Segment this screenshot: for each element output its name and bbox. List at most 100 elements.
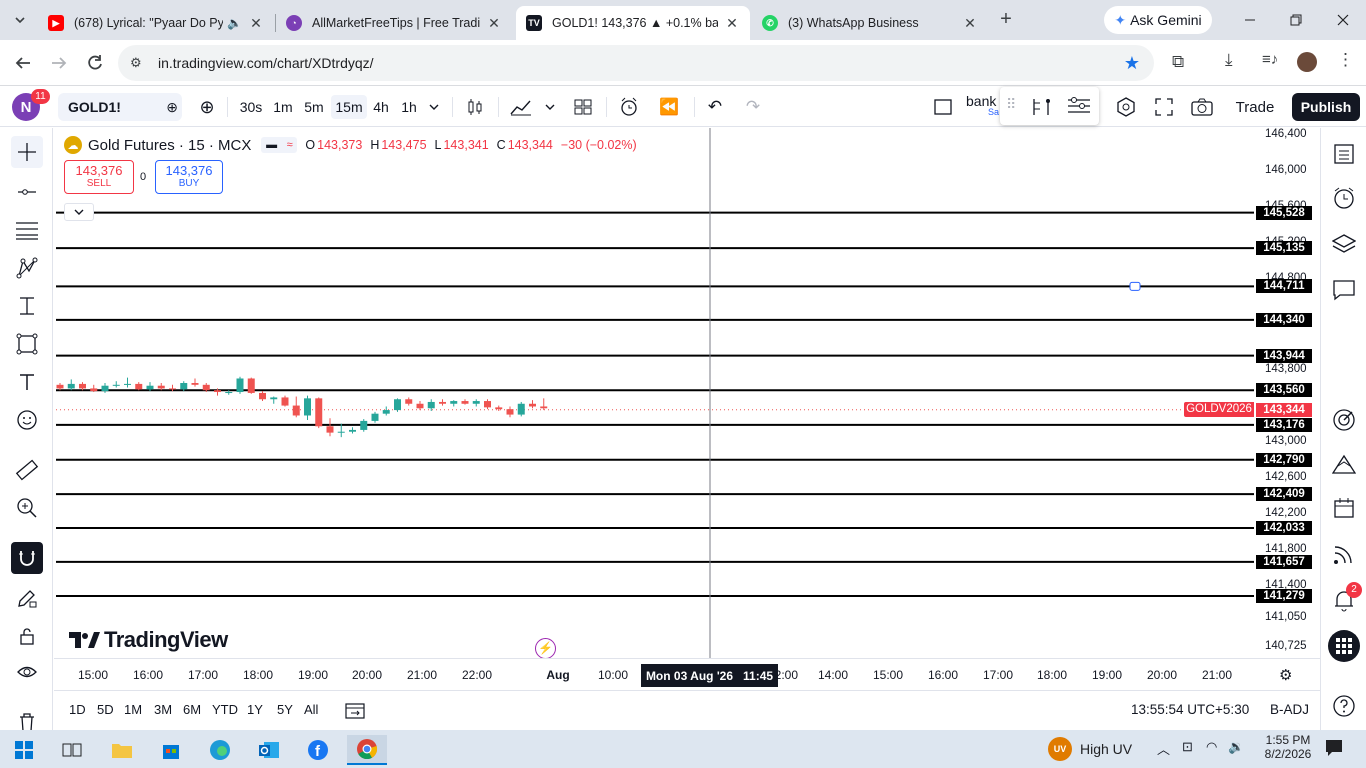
- chart-pane[interactable]: ☁ Gold Futures · 15 · MCX ▬ ≈ O 143,373 H1…: [54, 128, 1254, 658]
- add-symbol-icon[interactable]: ⊕: [166, 99, 178, 116]
- extensions-icon[interactable]: ⧉: [1172, 52, 1184, 72]
- site-info-icon[interactable]: ⚙: [130, 55, 150, 71]
- close-icon[interactable]: ✕: [962, 15, 978, 32]
- symbol-search[interactable]: GOLD1! ⊕: [58, 93, 182, 121]
- price-chart[interactable]: [54, 128, 1254, 658]
- range-button-5y[interactable]: 5Y: [277, 702, 293, 717]
- watchlist-button[interactable]: [1328, 138, 1360, 170]
- interval-30s[interactable]: 30s: [236, 95, 266, 119]
- forward-button[interactable]: [48, 52, 70, 74]
- shape-tool-button[interactable]: [11, 328, 43, 360]
- url-bar[interactable]: ⚙ in.tradingview.com/chart/XDtrdyqz/ ★: [118, 45, 1154, 81]
- emoji-tool-button[interactable]: [11, 404, 43, 436]
- new-tab-button[interactable]: +: [994, 8, 1018, 32]
- tray-chevron-icon[interactable]: ︿: [1157, 739, 1170, 758]
- ask-gemini-button[interactable]: ✦ Ask Gemini: [1104, 6, 1212, 34]
- browser-tab-allmarket[interactable]: ◔ AllMarketFreeTips | Free Trading ✕: [276, 6, 512, 40]
- profile-avatar[interactable]: [1297, 52, 1317, 72]
- axis-settings-icon[interactable]: ⚙: [1279, 666, 1292, 684]
- clock-widget[interactable]: 1:55 PM 8/2/2026: [1258, 733, 1318, 761]
- start-button[interactable]: [4, 735, 44, 765]
- media-controls-icon[interactable]: ≡♪: [1262, 51, 1278, 68]
- reload-button[interactable]: [84, 52, 106, 74]
- range-button-6m[interactable]: 6M: [183, 702, 201, 717]
- drag-handle-icon[interactable]: ⠿: [1006, 96, 1016, 113]
- file-explorer-app[interactable]: [102, 735, 142, 765]
- target-button[interactable]: [1328, 404, 1360, 436]
- browser-tab-youtube[interactable]: ▶ (678) Lyrical: "Pyaar Do Pyar 🔈 ✕: [38, 6, 274, 40]
- interval-1m[interactable]: 1m: [269, 95, 297, 119]
- browser-tab-tradingview[interactable]: TV GOLD1! 143,376 ▲ +0.1% bank ✕: [516, 6, 750, 40]
- range-button-1m[interactable]: 1M: [124, 702, 142, 717]
- candles-chart-type-button[interactable]: [462, 95, 488, 119]
- calendar-button[interactable]: [1328, 492, 1360, 524]
- volume-icon[interactable]: 🔉: [1228, 739, 1244, 755]
- interval-15m[interactable]: 15m: [331, 95, 367, 119]
- layers-button[interactable]: [1328, 228, 1360, 260]
- settings-lines-icon[interactable]: [1066, 95, 1092, 117]
- magnet-tool-button[interactable]: [11, 542, 43, 574]
- notification-center-icon[interactable]: [1324, 738, 1344, 761]
- date-range-icon[interactable]: [345, 700, 365, 723]
- buy-button[interactable]: 143,376 BUY: [155, 160, 223, 194]
- hide-drawings-button[interactable]: [11, 656, 43, 688]
- sell-button[interactable]: 143,376 SELL: [64, 160, 134, 194]
- floating-drawing-toolbar[interactable]: ⠿: [1000, 87, 1099, 125]
- stay-in-drawing-button[interactable]: [11, 582, 43, 614]
- zoom-tool-button[interactable]: [11, 492, 43, 524]
- replay-button[interactable]: ⏪: [656, 95, 682, 119]
- wifi-icon[interactable]: ◠: [1206, 739, 1217, 755]
- indicators-button[interactable]: [508, 95, 534, 119]
- undo-button[interactable]: ↶: [704, 95, 726, 119]
- screenshot-button[interactable]: [1190, 95, 1214, 119]
- indicators-dropdown[interactable]: [542, 95, 558, 119]
- legend-title[interactable]: Gold Futures · 15 · MCX: [88, 137, 251, 154]
- trade-button[interactable]: Trade: [1228, 93, 1282, 121]
- interval-dropdown[interactable]: [426, 95, 442, 119]
- settings-hex-button[interactable]: [1114, 95, 1138, 119]
- adjustment-toggle[interactable]: B-ADJ: [1270, 702, 1309, 717]
- fullscreen-button[interactable]: [1152, 95, 1176, 119]
- layout-checkbox[interactable]: [932, 95, 954, 119]
- minimize-button[interactable]: [1240, 10, 1260, 30]
- alert-button[interactable]: [616, 95, 642, 119]
- maximize-button[interactable]: [1286, 10, 1306, 30]
- close-icon[interactable]: ✕: [486, 15, 502, 32]
- range-button-5d[interactable]: 5D: [97, 702, 114, 717]
- close-icon[interactable]: ✕: [248, 15, 264, 32]
- chats-button[interactable]: [1328, 274, 1360, 306]
- fib-tool-button[interactable]: [11, 214, 43, 246]
- publish-button[interactable]: Publish: [1292, 93, 1360, 121]
- interval-5m[interactable]: 5m: [300, 95, 328, 119]
- help-button[interactable]: [1328, 690, 1360, 722]
- text-tool-button[interactable]: [11, 366, 43, 398]
- close-window-button[interactable]: [1333, 10, 1353, 30]
- crosshair-tool-button[interactable]: [11, 136, 43, 168]
- streams-button[interactable]: [1328, 538, 1360, 570]
- legend-collapse-button[interactable]: [64, 203, 94, 221]
- download-icon[interactable]: ⤓: [1225, 50, 1233, 70]
- ruler-tool-button[interactable]: [11, 454, 43, 486]
- lock-drawings-button[interactable]: [11, 620, 43, 652]
- layout-grid-button[interactable]: [570, 95, 596, 119]
- trend-line-tool-button[interactable]: [11, 176, 43, 208]
- facebook-app[interactable]: f: [298, 735, 338, 765]
- pattern-tool-button[interactable]: [11, 252, 43, 284]
- level-line-handle[interactable]: [1129, 281, 1141, 291]
- price-axis[interactable]: 146,400146,000145,600145,200144,800143,8…: [1255, 128, 1319, 658]
- compare-symbol-button[interactable]: ⊕: [196, 95, 218, 119]
- range-button-3m[interactable]: 3M: [154, 702, 172, 717]
- store-app[interactable]: [151, 735, 191, 765]
- range-button-all[interactable]: All: [304, 702, 318, 717]
- apps-button[interactable]: [1328, 630, 1360, 662]
- outlook-app[interactable]: [249, 735, 289, 765]
- ideas-button[interactable]: [1328, 448, 1360, 480]
- bookmark-star-icon[interactable]: ★: [1124, 53, 1140, 74]
- browser-menu-icon[interactable]: ⋮: [1337, 50, 1354, 70]
- interval-1h[interactable]: 1h: [398, 95, 420, 119]
- close-icon[interactable]: ✕: [724, 15, 740, 32]
- measure-tool-button[interactable]: [11, 290, 43, 322]
- edge-app[interactable]: [200, 735, 240, 765]
- range-button-ytd[interactable]: YTD: [212, 702, 238, 717]
- weather-widget[interactable]: UV High UV: [1048, 735, 1132, 763]
